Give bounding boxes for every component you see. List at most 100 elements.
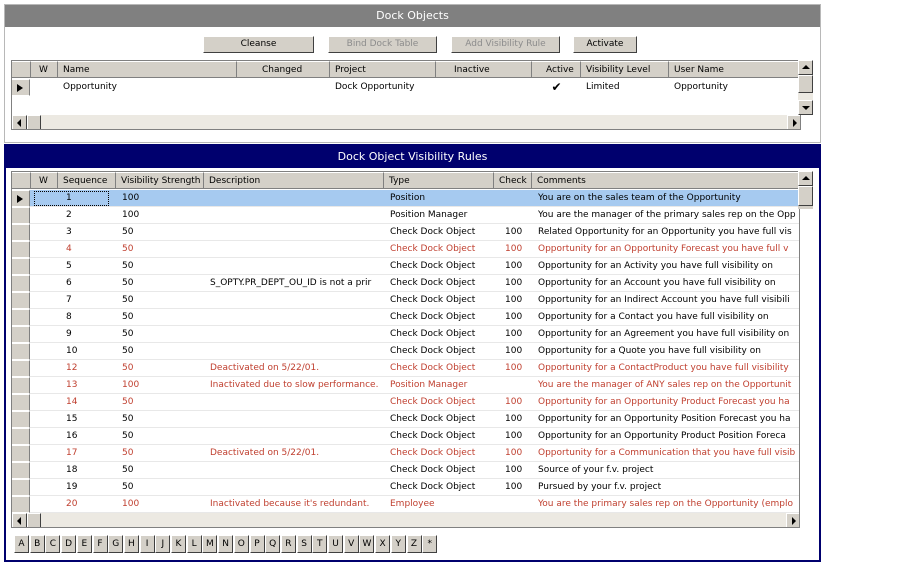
alpha-filter-button[interactable]: I bbox=[139, 535, 155, 553]
rule-row[interactable]: 9 50 Check Dock Object 100 Opportunity for a… bbox=[12, 326, 799, 343]
alpha-filter-button[interactable]: D bbox=[61, 535, 77, 553]
column-header-active[interactable]: Active bbox=[532, 61, 581, 78]
rule-row[interactable]: 8 50 Check Dock Object 100 Opportunity for a… bbox=[12, 309, 799, 326]
alpha-filter-button[interactable]: G bbox=[108, 535, 124, 553]
column-header-comments[interactable]: Comments bbox=[532, 172, 799, 189]
row-selector[interactable] bbox=[12, 190, 30, 207]
row-selector[interactable] bbox=[12, 479, 30, 496]
column-header-visibility-level[interactable]: Visibility Level bbox=[581, 61, 669, 78]
rule-row[interactable]: 19 50 Check Dock Object 100 Pursued by your … bbox=[12, 479, 799, 496]
vscroll-track[interactable] bbox=[798, 93, 813, 100]
hscroll-thumb[interactable] bbox=[27, 513, 41, 527]
scroll-left-button[interactable] bbox=[12, 115, 27, 129]
rule-row[interactable]: 15 50 Check Dock Object 100 Opportunity for … bbox=[12, 411, 799, 428]
alpha-filter-button[interactable]: T bbox=[312, 535, 328, 553]
column-header-user-name[interactable]: User Name bbox=[669, 61, 800, 78]
row-selector[interactable] bbox=[12, 496, 30, 513]
row-selector[interactable] bbox=[12, 326, 30, 343]
add-visibility-rule-button[interactable]: Add Visibility Rule bbox=[451, 36, 560, 53]
rule-row[interactable]: 5 50 Check Dock Object 100 Opportunity for a… bbox=[12, 258, 799, 275]
alpha-filter-button[interactable]: P bbox=[249, 535, 265, 553]
row-selector[interactable] bbox=[12, 275, 30, 292]
alpha-filter-button[interactable]: J bbox=[155, 535, 171, 553]
rule-row[interactable]: 3 50 Check Dock Object 100 Related Opportuni… bbox=[12, 224, 799, 241]
column-header-check[interactable]: Check bbox=[494, 172, 532, 189]
alpha-filter-button[interactable]: H bbox=[123, 535, 139, 553]
row-selector[interactable] bbox=[12, 462, 30, 479]
alpha-filter-button[interactable]: F bbox=[92, 535, 108, 553]
row-selector[interactable] bbox=[12, 411, 30, 428]
alpha-filter-button[interactable]: E bbox=[76, 535, 92, 553]
rule-row[interactable]: 14 50 Check Dock Object 100 Opportunity for … bbox=[12, 394, 799, 411]
rules-vscrollbar[interactable] bbox=[798, 171, 813, 209]
rule-row[interactable]: 10 50 Check Dock Object 100 Opportunity for … bbox=[12, 343, 799, 360]
row-selector[interactable] bbox=[12, 79, 30, 96]
alpha-filter-button[interactable]: M bbox=[202, 535, 218, 553]
row-selector[interactable] bbox=[12, 258, 30, 275]
column-header-name[interactable]: Name bbox=[58, 61, 237, 78]
alpha-filter-button[interactable]: L bbox=[186, 535, 202, 553]
scroll-up-button[interactable] bbox=[798, 60, 813, 75]
column-header-type[interactable]: Type bbox=[384, 172, 494, 189]
rule-row[interactable]: 1 100 Position You are on the sales team of… bbox=[12, 190, 799, 207]
scroll-right-button[interactable] bbox=[786, 513, 799, 527]
bind-dock-table-button[interactable]: Bind Dock Table bbox=[328, 36, 437, 53]
column-header-project[interactable]: Project bbox=[330, 61, 436, 78]
alpha-filter-button[interactable]: X bbox=[375, 535, 391, 553]
rule-row[interactable]: 20 100 Inactivated because it's redundant.… bbox=[12, 496, 799, 513]
cleanse-button[interactable]: Cleanse bbox=[203, 36, 314, 53]
rule-row[interactable]: 4 50 Check Dock Object 100 Opportunity for a… bbox=[12, 241, 799, 258]
column-header-w[interactable]: W bbox=[31, 61, 58, 78]
column-header-inactive[interactable]: Inactive bbox=[436, 61, 532, 78]
scroll-right-button[interactable] bbox=[787, 115, 800, 129]
dock-objects-vscrollbar[interactable] bbox=[798, 60, 813, 115]
activate-button[interactable]: Activate bbox=[573, 36, 637, 53]
rule-row[interactable]: 6 50 S_OPTY.PR_DEPT_OU_ID is not a prir Che… bbox=[12, 275, 799, 292]
row-selector[interactable] bbox=[12, 241, 30, 258]
alpha-filter-button[interactable]: K bbox=[171, 535, 186, 553]
hscroll-track[interactable] bbox=[41, 115, 787, 129]
column-header-visibility-strength[interactable]: Visibility Strength bbox=[116, 172, 204, 189]
column-header-w[interactable]: W bbox=[31, 172, 58, 189]
row-selector[interactable] bbox=[12, 207, 30, 224]
row-selector[interactable] bbox=[12, 445, 30, 462]
alpha-filter-button[interactable]: W bbox=[359, 535, 375, 553]
alpha-filter-button[interactable]: Y bbox=[390, 535, 406, 553]
scroll-left-button[interactable] bbox=[12, 513, 27, 527]
dock-object-row[interactable]: Opportunity Dock Opportunity ✔ Limited O… bbox=[12, 79, 800, 96]
row-selector[interactable] bbox=[12, 377, 30, 394]
hscroll-track[interactable] bbox=[41, 513, 786, 527]
alpha-filter-button[interactable]: Z bbox=[406, 535, 422, 553]
rules-hscrollbar[interactable] bbox=[12, 513, 799, 527]
alpha-filter-button[interactable]: S bbox=[296, 535, 312, 553]
scroll-down-button[interactable] bbox=[798, 100, 813, 115]
rule-row[interactable]: 7 50 Check Dock Object 100 Opportunity for a… bbox=[12, 292, 799, 309]
alpha-filter-button[interactable]: Q bbox=[265, 535, 281, 553]
alpha-filter-button[interactable]: C bbox=[45, 535, 61, 553]
row-selector[interactable] bbox=[12, 360, 30, 377]
alpha-filter-button[interactable]: A bbox=[14, 535, 29, 553]
rule-row[interactable]: 2 100 Position Manager You are the manager … bbox=[12, 207, 799, 224]
rule-row[interactable]: 12 50 Deactivated on 5/22/01. Check Dock Ob… bbox=[12, 360, 799, 377]
rule-row[interactable]: 13 100 Inactivated due to slow performance… bbox=[12, 377, 799, 394]
row-selector[interactable] bbox=[12, 394, 30, 411]
row-selector[interactable] bbox=[12, 224, 30, 241]
vscroll-thumb[interactable] bbox=[798, 186, 813, 206]
alpha-filter-button[interactable]: V bbox=[343, 535, 359, 553]
row-selector[interactable] bbox=[12, 309, 30, 326]
column-header-changed[interactable]: Changed bbox=[237, 61, 330, 78]
alpha-filter-button[interactable]: R bbox=[280, 535, 296, 553]
rule-row[interactable]: 16 50 Check Dock Object 100 Opportunity for … bbox=[12, 428, 799, 445]
hscroll-thumb[interactable] bbox=[27, 115, 41, 129]
alpha-filter-button[interactable]: * bbox=[422, 535, 438, 553]
dock-objects-hscrollbar[interactable] bbox=[12, 115, 800, 129]
rule-row[interactable]: 18 50 Check Dock Object 100 Source of your f… bbox=[12, 462, 799, 479]
alpha-filter-button[interactable]: B bbox=[29, 535, 45, 553]
row-selector[interactable] bbox=[12, 343, 30, 360]
alpha-filter-button[interactable]: N bbox=[218, 535, 234, 553]
column-header-description[interactable]: Description bbox=[204, 172, 384, 189]
rule-row[interactable]: 17 50 Deactivated on 5/22/01. Check Dock Ob… bbox=[12, 445, 799, 462]
alpha-filter-button[interactable]: U bbox=[328, 535, 343, 553]
row-selector[interactable] bbox=[12, 292, 30, 309]
column-header-sequence[interactable]: Sequence bbox=[58, 172, 116, 189]
